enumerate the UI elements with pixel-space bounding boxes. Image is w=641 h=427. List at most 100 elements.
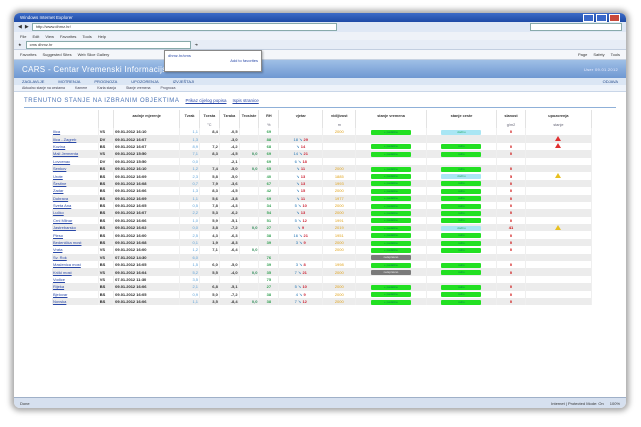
col-header[interactable]: vidljivost [322, 110, 357, 121]
station-name[interactable]: Mali Jermenta [52, 150, 99, 158]
station-name[interactable]: Zadar [52, 187, 99, 195]
warning-cell [525, 268, 593, 276]
full-list-link[interactable]: Prikaz cijelog popisa [185, 98, 226, 103]
station-name[interactable]: Sv. Rok [52, 253, 99, 262]
station-name[interactable]: Pleso [52, 231, 99, 239]
zoom-level[interactable]: 100% [610, 401, 620, 406]
table-row: Ilica VS 09.01.2012 16:10 1,1 8,4 -0,5 69 2000 +… [52, 128, 593, 136]
warning-icon[interactable] [555, 224, 562, 230]
station-name[interactable]: Urote [52, 172, 99, 180]
page-menu[interactable]: Page [578, 52, 587, 57]
station-name[interactable]: Bjelovar [52, 290, 99, 298]
road-temp: 5,8 [199, 172, 220, 180]
col-header[interactable]: vjetar [278, 110, 324, 121]
measurement-time: 09.01.2012 15:50 [113, 150, 181, 158]
menu-view[interactable]: View [45, 34, 54, 39]
logout-link[interactable]: ODJAVA [603, 79, 618, 84]
salinity: 5 [496, 172, 526, 180]
station-name[interactable]: Lovcenac [52, 157, 99, 165]
address-field[interactable]: http://www.dhmz.hr/ [31, 23, 337, 31]
road-cell: suho [426, 142, 498, 151]
station-name[interactable]: Senkov [52, 164, 99, 173]
warning-icon[interactable] [555, 136, 562, 142]
table-row: Šestine BS 09.01.2012 16:08 0,7 7,9 -3,6 67 ➘ … [52, 179, 593, 188]
col-header[interactable]: slanost [496, 110, 526, 121]
nav-item-upozorenja[interactable]: UPOZORENJA [131, 79, 158, 84]
weather-cell: + padaline [355, 283, 427, 291]
station-name[interactable]: Dubrava [52, 194, 99, 202]
station-name[interactable]: Novska [52, 297, 99, 306]
station-name[interactable]: Ilica - Zagreb [52, 135, 99, 143]
road-temp: 8,3 [199, 150, 220, 158]
suggested-sites-link[interactable]: Suggested Sites [42, 52, 71, 57]
col-subheader [113, 121, 181, 128]
subnav-item[interactable]: Karta stanja [97, 86, 116, 90]
browser-search-box[interactable] [530, 23, 622, 31]
road-cell: suho [426, 231, 498, 239]
warning-icon[interactable] [555, 173, 562, 179]
minimize-button[interactable] [583, 13, 594, 22]
station-name[interactable]: Krčki most [52, 268, 99, 276]
col-header[interactable]: Tzraka [219, 110, 240, 121]
station-name[interactable]: Sveta Ana [52, 201, 99, 210]
print-link[interactable]: Ispis stranice [232, 98, 258, 103]
nav-item-izvjestaji[interactable]: IZVJEŠTAJI [173, 79, 194, 84]
warning-icon[interactable] [555, 143, 562, 149]
toolbar-search-input[interactable]: cms dhmz.hr [25, 40, 191, 49]
subnav-item[interactable]: Aktualno stanje na cestama [22, 86, 65, 90]
col-header[interactable]: zadnje mjerenje [113, 110, 181, 121]
nav-item-zaglavlje[interactable]: ZAGLAVLJE [22, 79, 44, 84]
station-type: BS [98, 172, 115, 180]
close-button[interactable] [609, 13, 620, 22]
web-slice-link[interactable]: Web Slice Gallery [78, 52, 110, 57]
station-name[interactable]: Ilica [52, 128, 99, 136]
station-name[interactable]: Jastrebarsko [52, 224, 99, 232]
col-header[interactable]: Tzrak [179, 110, 200, 121]
back-icon[interactable]: ◀ [18, 24, 22, 30]
station-name[interactable]: Rijeka [52, 283, 99, 291]
station-name[interactable]: Maslenica most [52, 261, 99, 269]
table-row: Rijeka BS 09.01.2012 16:06 2,1 6,8 -5,1 27 5 ➘ … [52, 283, 593, 291]
subnav-item[interactable]: Prognoza [160, 86, 175, 90]
station-name[interactable]: Lučko [52, 209, 99, 217]
nav-item-prognoza[interactable]: PROGNOZA [94, 79, 117, 84]
visibility: 2000 [322, 187, 357, 195]
col-header[interactable]: stanje ceste [426, 110, 498, 121]
col-header[interactable]: Trosiste [239, 110, 260, 121]
forward-icon[interactable]: ▶ [25, 24, 29, 30]
suggestion-hint[interactable]: Add to favorites [168, 58, 258, 63]
col-header[interactable]: Tcesta [199, 110, 220, 121]
col-header[interactable]: upozorenja [525, 110, 593, 121]
menu-favorites[interactable]: Favorites [60, 34, 76, 39]
station-name[interactable]: Kozina [52, 142, 99, 151]
menu-help[interactable]: Help [98, 34, 106, 39]
station-name[interactable]: Šestine [52, 179, 99, 188]
favorites-link[interactable]: Favorites [20, 52, 36, 57]
col-header[interactable]: stanje vremena [355, 110, 427, 121]
station-name[interactable]: Vrata [52, 246, 99, 254]
station-name[interactable]: Bedenička most [52, 238, 99, 247]
measurement-time: 09.01.2012 16:07 [113, 209, 181, 217]
dew-point: -5,0 [219, 261, 240, 269]
wind-speed: 13 [300, 210, 306, 216]
menu-file[interactable]: File [20, 34, 26, 39]
nav-item-motrenja[interactable]: MOTRENJA [58, 79, 80, 84]
subnav-item[interactable]: Kamere [75, 86, 87, 90]
maximize-button[interactable] [596, 13, 607, 22]
menu-edit[interactable]: Edit [32, 34, 39, 39]
star-icon[interactable]: ★ [18, 42, 22, 47]
menu-tools[interactable]: Tools [82, 34, 91, 39]
col-header[interactable]: RH [258, 110, 280, 121]
subnav-item[interactable]: Stanje vremena [126, 86, 151, 90]
station-type: VS [98, 268, 115, 276]
tools-menu[interactable]: Tools [611, 52, 620, 57]
safety-menu[interactable]: Safety [593, 52, 604, 57]
road-temp: 6,8 [199, 283, 220, 291]
page-heading: TRENUTNO STANJE NA IZBRANIM OBJEKTIMA Pr… [24, 98, 616, 104]
station-name[interactable]: Crni Mlinar [52, 216, 99, 225]
dew-point: -6,2 [219, 209, 240, 217]
station-name[interactable]: Vodice [52, 275, 99, 284]
go-icon[interactable]: ➜ [195, 42, 198, 47]
road-state-badge: suho [441, 299, 482, 305]
freezing-temp [239, 238, 260, 247]
